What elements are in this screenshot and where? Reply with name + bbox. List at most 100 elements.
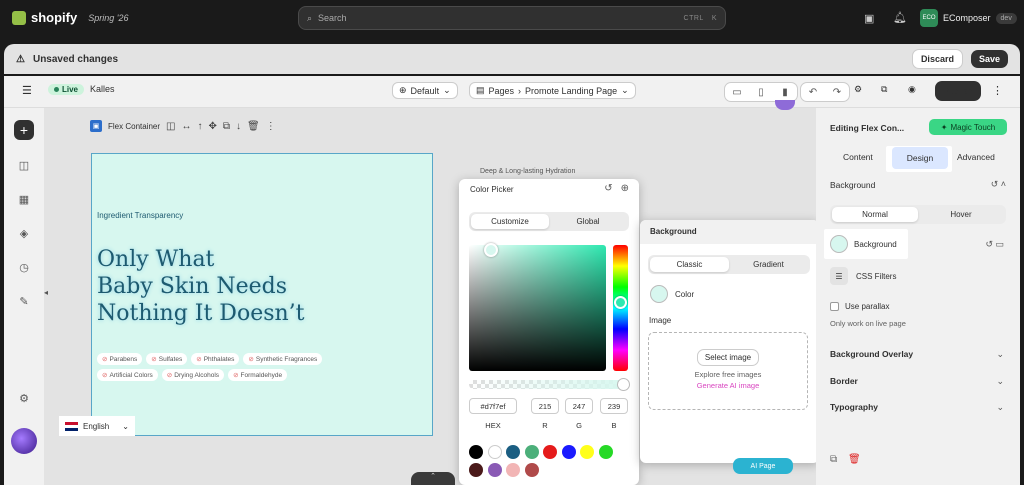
shopify-logo[interactable]: shopify Spring '26	[12, 10, 128, 25]
alpha-handle[interactable]	[617, 378, 630, 391]
background-overlay-section[interactable]: Background Overlay	[830, 349, 913, 359]
settings-sliders-icon[interactable]: ⚙	[854, 84, 862, 95]
mobile-icon[interactable]: ▮	[773, 83, 797, 101]
color-swatch[interactable]	[580, 445, 594, 459]
layers-icon[interactable]: ◈	[14, 223, 34, 243]
explore-images-link[interactable]: Explore free images	[649, 370, 807, 379]
publish-button[interactable]: Publish	[935, 81, 981, 101]
r-input[interactable]: 215	[531, 398, 559, 414]
border-section[interactable]: Border	[830, 376, 858, 386]
tab-normal[interactable]: Normal	[832, 207, 918, 222]
select-image-button[interactable]: Select image	[696, 349, 760, 366]
saturation-handle[interactable]	[484, 243, 498, 257]
discard-button[interactable]: Discard	[911, 49, 963, 69]
css-filters-row[interactable]: ☰ CSS Filters	[830, 267, 896, 285]
background-color-swatch[interactable]	[830, 235, 848, 253]
generate-ai-image-link[interactable]: Generate AI image	[649, 381, 807, 390]
tab-design[interactable]: Design	[892, 147, 948, 169]
color-row[interactable]: Color	[650, 285, 694, 303]
reset-device-icons[interactable]: ↺ ▭	[985, 239, 1004, 250]
hero-flex-container[interactable]: Ingredient Transparency Only What Baby S…	[91, 153, 433, 436]
parallax-row[interactable]: Use parallax	[830, 302, 889, 311]
no-icon: ⊘	[151, 356, 157, 363]
hue-handle[interactable]	[614, 296, 627, 309]
color-swatch[interactable]	[561, 445, 576, 459]
sections-icon[interactable]: ◫	[14, 155, 34, 175]
search-input[interactable]: ⌕ Search CTRL K	[298, 6, 726, 30]
arrow-up-icon[interactable]: ↑	[197, 121, 202, 132]
b-input[interactable]: 239	[600, 398, 628, 414]
color-swatch[interactable]	[543, 445, 557, 459]
resize-horizontal-icon[interactable]: ↔	[181, 121, 191, 132]
add-color-icon[interactable]: ⊕	[621, 183, 629, 194]
color-swatch[interactable]	[650, 285, 668, 303]
color-swatch[interactable]	[506, 445, 520, 459]
color-swatch[interactable]	[598, 445, 613, 459]
delete-icon[interactable]: 🗑︎	[247, 121, 260, 132]
tab-customize[interactable]: Customize	[471, 214, 549, 229]
redo-icon[interactable]: ↷	[825, 83, 849, 101]
app-settings-icon[interactable]: ⚙	[14, 388, 34, 408]
saturation-value-area[interactable]	[469, 245, 606, 371]
bottom-panel-handle[interactable]: ⌃	[411, 472, 455, 485]
more-options-icon[interactable]: ⋮	[992, 84, 1003, 97]
background-section-title[interactable]: Background	[830, 180, 875, 190]
copy-icon[interactable]: ⧉	[830, 454, 837, 465]
color-swatch[interactable]	[524, 463, 539, 477]
preview-eye-icon[interactable]: ◉	[908, 84, 916, 95]
collapse-sidebar-icon[interactable]: ◂	[44, 288, 48, 297]
history-icon[interactable]: ◷	[14, 257, 34, 277]
typography-section[interactable]: Typography	[830, 402, 878, 412]
ai-page-button[interactable]: AI Page	[733, 458, 793, 474]
color-swatch[interactable]	[469, 463, 483, 477]
assistant-avatar[interactable]	[11, 428, 37, 454]
bell-icon[interactable]: 🔔︎	[893, 11, 907, 24]
parallax-checkbox[interactable]	[830, 302, 839, 311]
templates-icon[interactable]: ▦	[14, 189, 34, 209]
page-dropdown[interactable]: ▤ Pages › Promote Landing Page ⌄	[469, 82, 636, 99]
store-icon[interactable]: ▣	[864, 12, 874, 25]
tab-content[interactable]: Content	[843, 152, 873, 162]
background-row[interactable]: Background	[830, 235, 897, 253]
arrow-down-icon[interactable]: ↓	[236, 121, 241, 132]
duplicate-icon[interactable]: ⧉	[223, 121, 230, 132]
move-icon[interactable]: ✥	[208, 121, 216, 132]
color-swatch[interactable]	[487, 445, 502, 459]
tab-advanced[interactable]: Advanced	[957, 152, 995, 162]
trash-icon[interactable]: 🗑︎	[848, 454, 861, 465]
layout-icon[interactable]: ◫	[166, 121, 175, 132]
color-swatch[interactable]	[487, 463, 502, 477]
edition-label: Spring '26	[88, 12, 129, 23]
reset-icon[interactable]: ↺	[604, 183, 612, 194]
tablet-icon[interactable]: ▯	[749, 83, 773, 101]
chevron-down-icon[interactable]: ⌄	[996, 402, 1004, 413]
tab-gradient[interactable]: Gradient	[729, 257, 808, 272]
tab-classic[interactable]: Classic	[650, 257, 729, 272]
color-swatch[interactable]	[469, 445, 483, 459]
inspect-icon[interactable]: ⧉	[881, 84, 887, 95]
magic-touch-button[interactable]: ✦ Magic Touch	[929, 119, 1007, 135]
language-switcher[interactable]: English ⌄	[59, 416, 135, 436]
add-element-icon[interactable]: +	[14, 120, 34, 140]
tab-global[interactable]: Global	[549, 214, 627, 229]
undo-icon[interactable]: ↶	[801, 83, 825, 101]
menu-icon[interactable]: ☰	[22, 84, 32, 97]
reset-chevron-icons[interactable]: ↺ ˄	[991, 179, 1006, 190]
store-switcher[interactable]: ECO EComposer dev	[920, 9, 1017, 27]
chevron-down-icon[interactable]: ⌄	[996, 349, 1004, 360]
save-button[interactable]: Save	[970, 50, 1008, 68]
page-icon: ▤	[476, 85, 485, 95]
theme-styles-icon[interactable]: ✎	[14, 291, 34, 311]
alpha-slider[interactable]	[469, 380, 628, 389]
desktop-icon[interactable]: ▭	[725, 83, 749, 101]
image-dropzone[interactable]: Select image Explore free images Generat…	[648, 332, 808, 410]
language-dropdown[interactable]: ⊕ Default ⌄	[392, 82, 458, 99]
page-name: Promote Landing Page	[525, 85, 618, 96]
more-icon[interactable]: ⋮	[266, 121, 276, 132]
hex-input[interactable]: #d7f7ef	[469, 398, 517, 414]
color-swatch[interactable]	[524, 445, 539, 459]
g-input[interactable]: 247	[565, 398, 593, 414]
tab-hover[interactable]: Hover	[918, 207, 1004, 222]
chevron-down-icon[interactable]: ⌄	[996, 376, 1004, 387]
color-swatch[interactable]	[506, 463, 520, 477]
